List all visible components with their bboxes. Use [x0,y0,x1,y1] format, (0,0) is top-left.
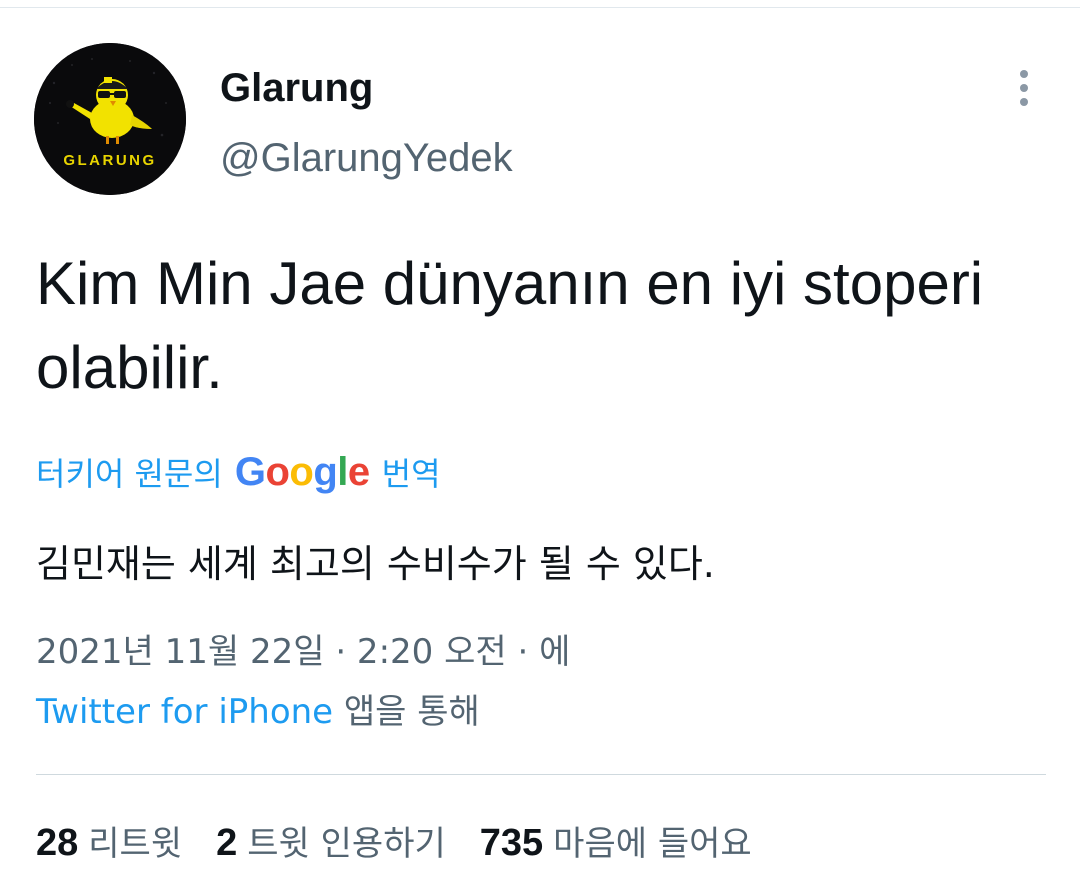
tweet-text: Kim Min Jae dünyanın en iyi stoperi olab… [36,250,984,401]
avatar[interactable]: GLARUNG [34,43,186,195]
source-app-link[interactable]: Twitter for iPhone [36,692,333,732]
likes-count: 735 [479,821,544,864]
quotes-count: 2 [216,821,238,864]
retweets-label: 리트윗 [88,823,183,864]
translation-suffix: 번역 [381,455,441,493]
avatar-logo-text: GLARUNG [63,152,156,169]
tweet-source: Twitter for iPhone 앱을 통해 [36,688,480,736]
retweets-stat[interactable]: 28 리트윗 [36,816,182,865]
display-name[interactable]: Glarung [220,64,373,112]
tweet-timestamp[interactable]: 2021년 11월 22일 · 2:20 오전 · 에 [36,628,570,676]
source-suffix: 앱을 통해 [343,692,480,732]
quotes-label: 트윗 인용하기 [247,823,446,864]
more-vertical-icon [1020,70,1028,106]
bird-avatar-icon: GLARUNG [34,43,186,195]
translation-label: 터키어 원문의 [36,455,223,493]
handle[interactable]: @GlarungYedek [220,134,513,182]
google-logo: Google [234,449,370,494]
retweets-count: 28 [36,821,79,864]
more-button[interactable] [1004,64,1044,112]
likes-stat[interactable]: 735 마음에 들어요 [480,816,752,865]
stats-divider [36,774,1046,775]
translated-text: 김민재는 세계 최고의 수비수가 될 수 있다. [36,542,715,586]
top-divider [0,7,1080,8]
translation-attribution[interactable]: 터키어 원문의 Google 번역 [36,448,441,496]
quotes-stat[interactable]: 2 트윗 인용하기 [216,816,446,865]
engagement-stats: 28 리트윗 2 트윗 인용하기 735 마음에 들어요 [36,812,786,868]
likes-label: 마음에 들어요 [553,823,752,864]
